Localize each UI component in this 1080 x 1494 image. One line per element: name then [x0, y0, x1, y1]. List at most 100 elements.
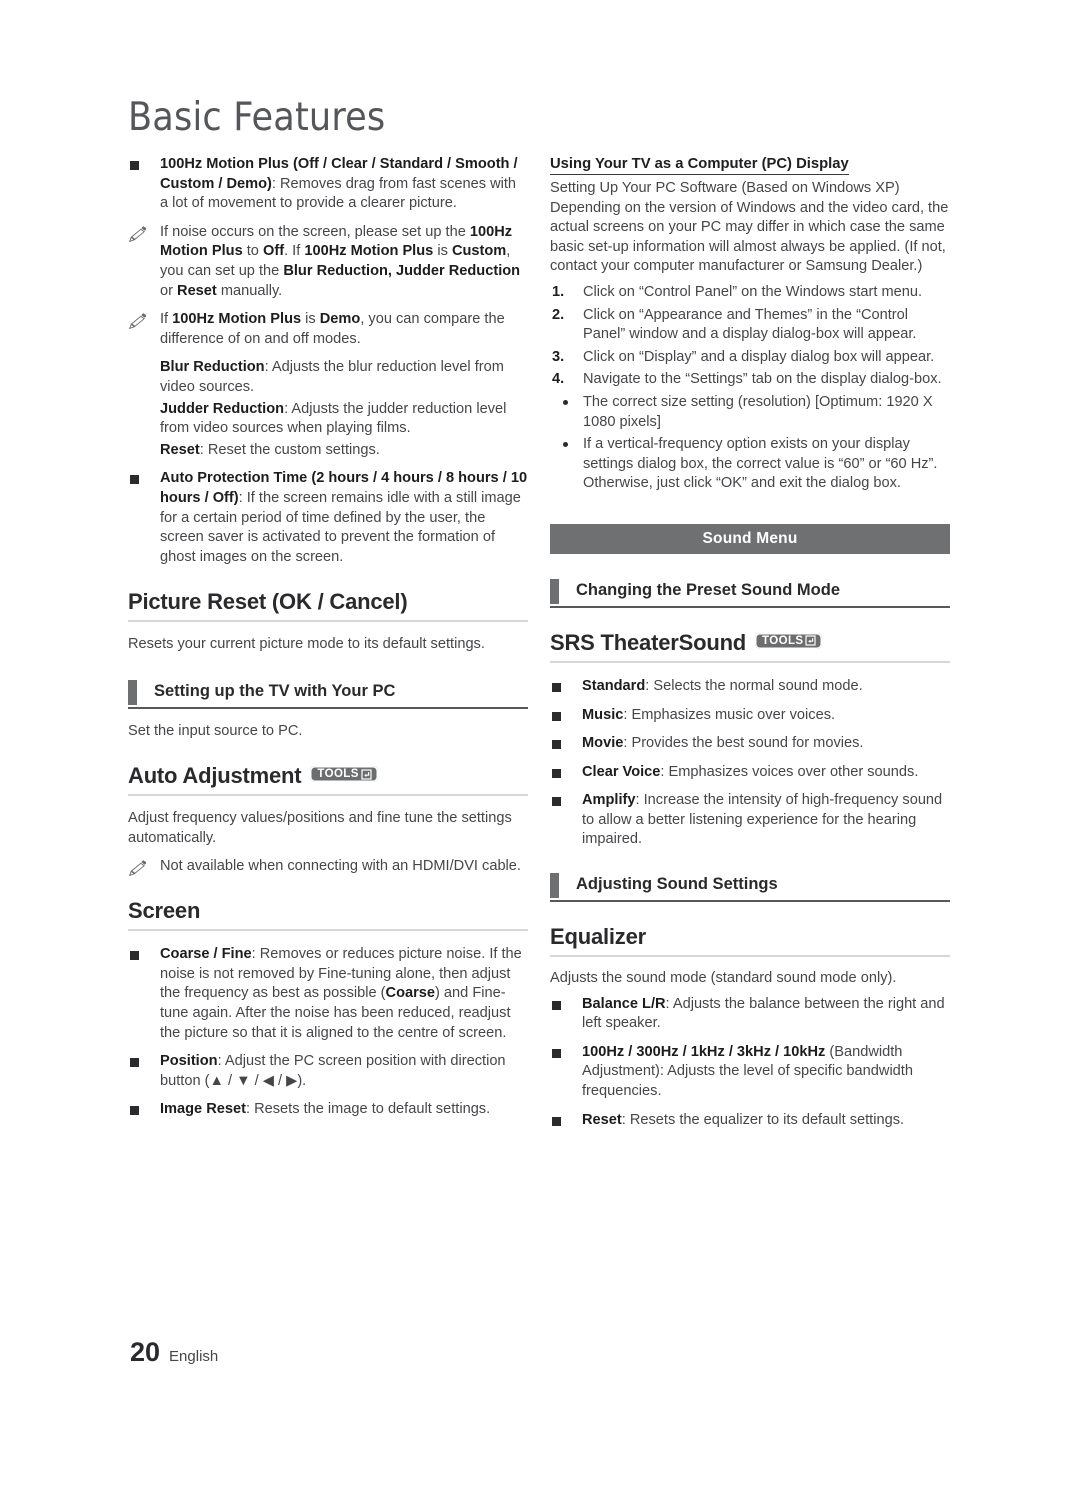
term-music: Music — [582, 706, 624, 723]
body-auto-adjustment: Adjust frequency values/positions and fi… — [128, 810, 512, 847]
square-bullet-icon — [552, 711, 561, 721]
step-number: 3. — [552, 348, 565, 365]
tools-badge-label: TOOLS — [317, 768, 359, 781]
round-bullet-icon — [563, 399, 568, 405]
sub-text-blur-reduction: Blur Reduction: Adjusts the blur reducti… — [128, 358, 528, 397]
heading-text: Adjusting Sound Settings — [576, 875, 778, 894]
heading-text: Setting up the TV with Your PC — [154, 681, 396, 700]
list-item-equalizer-reset: Reset: Resets the equalizer to its defau… — [550, 1111, 950, 1131]
note-bold-1d: Custom — [451, 243, 507, 260]
bullet-text: The correct size setting (resolution) [O… — [583, 393, 933, 430]
list-item-position: Position: Adjust the PC screen position … — [128, 1052, 528, 1091]
heading-text: SRS TheaterSound — [550, 629, 747, 655]
square-bullet-icon — [552, 1000, 561, 1010]
square-bullet-icon — [552, 682, 561, 692]
list-item-image-reset: Image Reset: Resets the image to default… — [128, 1100, 528, 1120]
term-movie: Movie — [582, 735, 624, 752]
note-bold-2b: Demo — [319, 311, 361, 328]
term-reset-custom: Reset — [160, 441, 200, 458]
list-item-sound-music: Music: Emphasizes music over voices. — [550, 706, 950, 726]
list-item-step: 1. Click on “Control Panel” on the Windo… — [550, 283, 950, 303]
square-bullet-icon — [130, 951, 139, 961]
subsection-heading-setting-up-pc: Setting up the TV with Your PC — [128, 679, 528, 709]
note-text-2a: If — [160, 311, 173, 328]
subsection-heading-adjusting-sound-settings: Adjusting Sound Settings — [550, 873, 950, 903]
term-amplify: Amplify — [582, 792, 636, 809]
desc-movie: : Provides the best sound for movies. — [623, 735, 864, 752]
heading-bar-marker — [550, 578, 559, 604]
desc-clear-voice: : Emphasizes voices over other sounds. — [660, 763, 919, 780]
note-bold-1f: Reset — [177, 282, 217, 299]
list-item-sound-standard: Standard: Selects the normal sound mode. — [550, 677, 950, 697]
page-title: Basic Features — [128, 95, 386, 140]
note-text-auto-adjustment: Not available when connecting with an HD… — [160, 857, 521, 874]
square-bullet-icon — [552, 797, 561, 807]
page-footer: 20 English — [130, 1337, 218, 1368]
heading-text: Auto Adjustment — [128, 763, 302, 789]
step-number: 4. — [552, 371, 565, 388]
right-column: Using Your TV as a Computer (PC) Display… — [550, 155, 950, 1139]
sub-text-judder-reduction: Judder Reduction: Adjusts the judder red… — [128, 400, 528, 439]
list-item-step: 3. Click on “Display” and a display dial… — [550, 348, 950, 368]
square-bullet-icon — [552, 1048, 561, 1058]
heading-text: Screen — [128, 898, 201, 924]
note-item-motion-plus-noise: If noise occurs on the screen, please se… — [128, 223, 528, 301]
tools-badge[interactable]: TOOLS — [755, 632, 823, 649]
heading-text: Changing the Preset Sound Mode — [576, 580, 841, 599]
desc-amplify: : Increase the intensity of high-frequen… — [582, 792, 943, 848]
list-item-coarse-fine: Coarse / Fine: Removes or reduces pictur… — [128, 945, 528, 1043]
tools-enter-icon — [361, 769, 372, 780]
list-item-sound-amplify: Amplify: Increase the intensity of high-… — [550, 791, 950, 850]
term-blur-reduction: Blur Reduction — [160, 359, 265, 376]
section-heading-picture-reset: Picture Reset (OK / Cancel) — [128, 589, 528, 623]
list-item-bullet: The correct size setting (resolution) [O… — [550, 393, 950, 432]
subsection-heading-changing-preset-sound-mode: Changing the Preset Sound Mode — [550, 578, 950, 608]
manual-page: Basic Features 100Hz Motion Plus (Off / … — [0, 0, 1080, 1494]
step-text: Click on “Control Panel” on the Windows … — [583, 283, 923, 300]
square-bullet-icon — [552, 768, 561, 778]
list-item-sound-clear-voice: Clear Voice: Emphasizes voices over othe… — [550, 763, 950, 783]
desc-reset-custom: : Reset the custom settings. — [199, 441, 380, 458]
term-judder-reduction: Judder Reduction — [160, 400, 285, 417]
page-number: 20 — [130, 1337, 161, 1367]
term-balance-lr: Balance L/R — [582, 995, 666, 1012]
tools-badge-label: TOOLS — [762, 634, 804, 647]
note-item-auto-adjustment: Not available when connecting with an HD… — [128, 857, 528, 877]
note-text-1g: manually. — [216, 282, 283, 299]
square-bullet-icon — [130, 1106, 139, 1116]
desc-standard: : Selects the normal sound mode. — [645, 677, 863, 694]
term-equalizer-reset: Reset — [582, 1111, 622, 1128]
square-bullet-icon — [552, 740, 561, 750]
step-text: Click on “Appearance and Themes” in the … — [583, 306, 917, 343]
term-coarse-inline: Coarse — [385, 985, 436, 1002]
bullet-text: If a vertical-frequency option exists on… — [583, 436, 938, 492]
heading-text: Picture Reset (OK / Cancel) — [128, 589, 408, 615]
note-bold-1b: Off — [262, 243, 285, 260]
step-number: 2. — [552, 306, 565, 323]
list-item-balance-lr: Balance L/R: Adjusts the balance between… — [550, 995, 950, 1034]
term-clear-voice: Clear Voice — [582, 763, 661, 780]
list-item-bandwidth: 100Hz / 300Hz / 1kHz / 3kHz / 10kHz (Ban… — [550, 1043, 950, 1102]
section-heading-srs-theatersound: SRS TheaterSound TOOLS — [550, 630, 950, 663]
sound-menu-banner: Sound Menu — [550, 523, 950, 554]
pencil-icon — [128, 313, 147, 330]
list-item-step: 4. Navigate to the “Settings” tab on the… — [550, 370, 950, 390]
desc-equalizer-reset: : Resets the equalizer to its default se… — [621, 1111, 905, 1128]
note-text-1b: to — [242, 243, 263, 260]
page-language: English — [169, 1348, 219, 1365]
term-coarse-fine: Coarse / Fine — [160, 946, 252, 963]
heading-bar-marker — [128, 679, 137, 705]
note-bold-1e: Blur Reduction, Judder Reduction — [283, 262, 521, 279]
subtitle-pc-software: Setting Up Your PC Software (Based on Wi… — [550, 180, 900, 196]
list-item-sound-movie: Movie: Provides the best sound for movie… — [550, 734, 950, 754]
intro-pc-display: Depending on the version of Windows and … — [550, 199, 949, 275]
heading-pc-display: Using Your TV as a Computer (PC) Display — [550, 156, 849, 175]
square-bullet-icon — [552, 1116, 561, 1126]
list-item-bullet: If a vertical-frequency option exists on… — [550, 435, 950, 494]
tools-badge[interactable]: TOOLS — [310, 766, 378, 783]
section-heading-auto-adjustment: Auto Adjustment TOOLS — [128, 763, 528, 797]
list-item-motion-plus: 100Hz Motion Plus (Off / Clear / Standar… — [128, 155, 528, 214]
note-bold-1c: 100Hz Motion Plus — [304, 243, 434, 260]
term-standard: Standard — [582, 677, 646, 694]
tools-enter-icon — [805, 635, 817, 647]
